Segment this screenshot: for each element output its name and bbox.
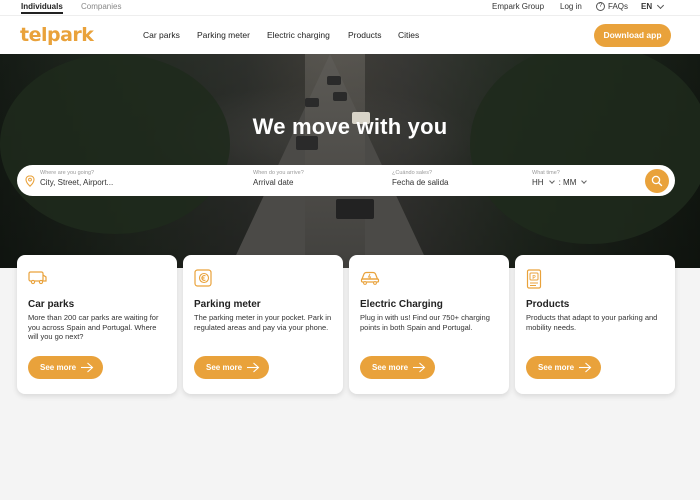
see-more-label: See more [40,363,77,372]
arrival-date-field[interactable]: When do you arrive? Arrival date [253,170,304,187]
departure-date-input[interactable]: Fecha de salida [392,178,448,187]
chevron-down-icon[interactable] [581,178,588,184]
hero-road-highlight [305,54,365,268]
empark-group-link[interactable]: Empark Group [492,2,544,11]
card-description: More than 200 car parks are waiting for … [28,313,159,341]
card-description: Plug in with us! Find our 750+ charging … [360,313,490,332]
question-icon: ? [596,2,605,11]
nav-cities[interactable]: Cities [398,30,419,40]
arrival-label: When do you arrive? [253,170,304,176]
tab-companies[interactable]: Companies [81,2,121,11]
download-app-button[interactable]: Download app [594,24,671,47]
nav-products[interactable]: Products [348,30,382,40]
location-pin-icon [25,175,35,187]
card-title: Parking meter [194,299,261,310]
hero-banner: We move with you [0,54,700,268]
card-title: Car parks [28,299,75,310]
electric-car-icon [360,271,380,285]
search-bar: Where are you going? City, Street, Airpo… [17,165,675,196]
destination-field[interactable]: Where are you going? City, Street, Airpo… [40,170,113,187]
hero-car [305,98,319,107]
minute-select[interactable]: MM [563,178,576,187]
main-nav: telpark Car parks Parking meter Electric… [0,15,700,54]
hero-car [333,92,347,101]
card-products[interactable]: P Products Products that adapt to your p… [515,255,675,394]
see-more-button[interactable]: See more [526,356,601,379]
arrow-right-icon [579,362,592,373]
nav-parking-meter[interactable]: Parking meter [197,30,250,40]
language-label: EN [641,2,653,11]
chevron-down-icon [657,1,665,9]
hero-car [327,76,341,85]
hero-trees-right [470,54,700,244]
card-title: Products [526,299,570,310]
search-icon [651,175,663,187]
card-title: Electric Charging [360,299,443,310]
see-more-button[interactable]: See more [194,356,269,379]
see-more-label: See more [206,363,243,372]
faqs-label: FAQs [608,2,629,11]
hour-select[interactable]: HH [532,178,544,187]
chevron-down-icon[interactable] [548,178,555,184]
departure-date-field[interactable]: ¿Cuándo sales? Fecha de salida [392,170,448,187]
search-button[interactable] [645,169,669,193]
card-parking-meter[interactable]: Parking meter The parking meter in your … [183,255,343,394]
products-icon: P [526,269,542,289]
arrival-date-input[interactable]: Arrival date [253,178,304,187]
hero-trees-left [0,54,230,234]
card-description: Products that adapt to your parking and … [526,313,658,332]
nav-car-parks[interactable]: Car parks [143,30,180,40]
arrow-right-icon [247,362,260,373]
login-link[interactable]: Log in [560,2,582,11]
see-more-label: See more [372,363,409,372]
departure-label: ¿Cuándo sales? [392,170,433,176]
see-more-button[interactable]: See more [360,356,435,379]
car-parks-icon [28,271,47,285]
telpark-logo[interactable]: telpark [20,24,94,46]
see-more-button[interactable]: See more [28,356,103,379]
destination-input[interactable]: City, Street, Airport... [40,178,113,187]
parking-meter-icon [194,269,212,287]
hero-car [336,199,374,219]
card-electric-charging[interactable]: Electric Charging Plug in with us! Find … [349,255,509,394]
arrow-right-icon [81,362,94,373]
time-field[interactable]: What time? HH: MM [532,170,591,187]
nav-electric-charging[interactable]: Electric charging [267,30,330,40]
time-selectors: HH: MM [532,178,591,187]
destination-label: Where are you going? [40,170,95,176]
time-label: What time? [532,170,560,176]
time-separator: : [558,178,561,187]
card-description: The parking meter in your pocket. Park i… [194,313,332,332]
see-more-label: See more [538,363,575,372]
utility-bar: Individuals Companies Empark Group Log i… [0,0,700,15]
faqs-link[interactable]: ? FAQs [596,2,628,11]
tab-individuals[interactable]: Individuals [21,2,63,14]
hero-title: We move with you [252,114,448,139]
arrow-right-icon [413,362,426,373]
language-selector[interactable]: EN [641,1,665,11]
card-car-parks[interactable]: Car parks More than 200 car parks are wa… [17,255,177,394]
